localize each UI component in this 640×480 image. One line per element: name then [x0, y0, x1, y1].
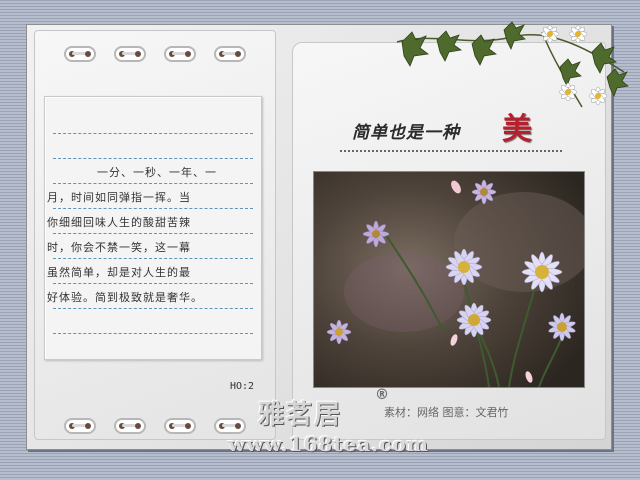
binder-ring — [164, 46, 196, 62]
binder-ring — [214, 46, 246, 62]
site-url: www.168tea.com — [228, 432, 429, 456]
flower-photo — [313, 171, 585, 388]
ruled-line — [53, 133, 253, 134]
binder-ring — [114, 418, 146, 434]
ruled-line — [53, 208, 253, 209]
credit-text: 素材：网络 图意：文君竹 — [384, 406, 509, 419]
brand-logo: 雅茗居 — [258, 400, 343, 430]
note-paper: 一分、一秒、一年、一 月，时间如同弹指一挥。当 你细细回味人生的酸甜苦辣 时，你… — [44, 96, 262, 360]
note-line: 虽然简单，却是对人生的最 — [47, 266, 191, 279]
note-line: 好体验。简到极致就是奢华。 — [47, 291, 203, 304]
binder-ring — [64, 418, 96, 434]
ruled-line — [53, 308, 253, 309]
note-line: 你细细回味人生的酸甜苦辣 — [47, 216, 191, 229]
ruled-line — [53, 283, 253, 284]
binder-ring — [164, 418, 196, 434]
note-line: 时，你会不禁一笑，这一幕 — [47, 241, 191, 254]
binder-ring — [64, 46, 96, 62]
note-line: 一分、一秒、一年、一 — [97, 166, 217, 179]
ruled-line — [53, 183, 253, 184]
note-line: 月，时间如同弹指一挥。当 — [47, 191, 191, 204]
title-text: 简单也是一种 — [352, 123, 460, 143]
ruled-line — [53, 258, 253, 259]
ruled-line — [53, 333, 253, 334]
title-underline — [340, 150, 562, 152]
flower-illustration — [314, 172, 584, 387]
ruled-line — [53, 233, 253, 234]
registered-mark: ® — [375, 387, 389, 403]
daisy-icon — [540, 24, 560, 44]
binder-ring — [114, 46, 146, 62]
ivy-decoration — [396, 21, 629, 108]
ruled-line — [53, 158, 253, 159]
page-counter: HO:2 — [230, 381, 255, 392]
